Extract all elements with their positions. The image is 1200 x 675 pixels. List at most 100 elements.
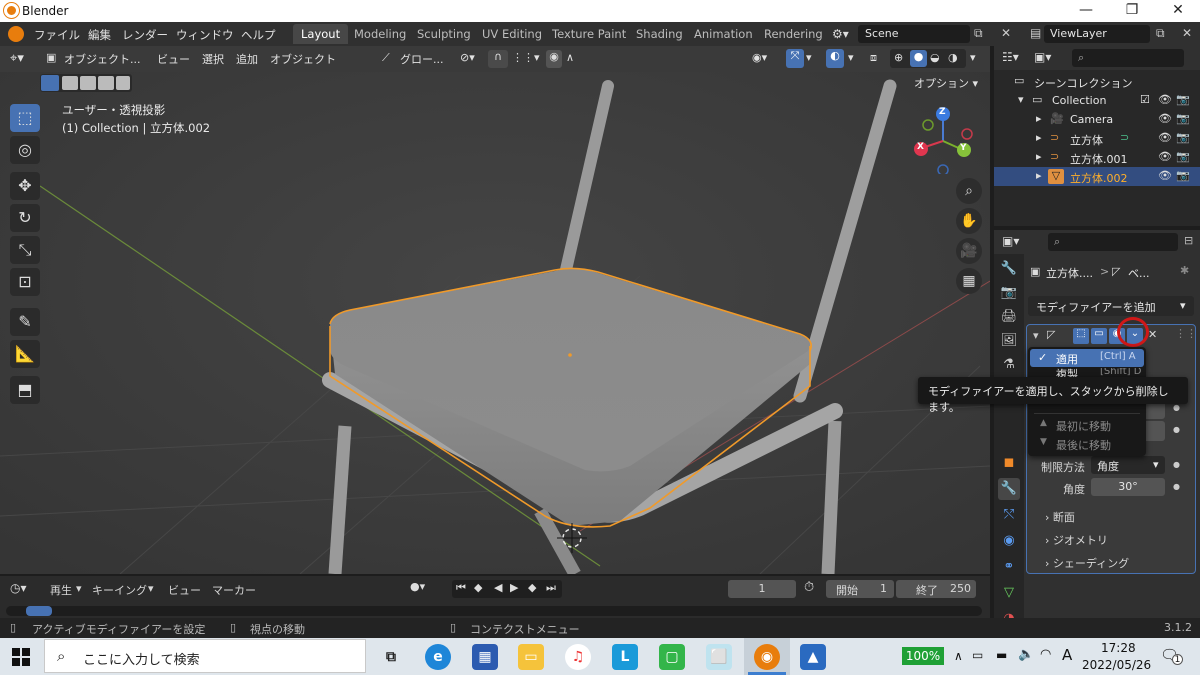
- start-frame-field[interactable]: 開始 1: [826, 580, 894, 598]
- tab-animation[interactable]: Animation: [686, 24, 761, 44]
- minimize-button[interactable]: —: [1066, 2, 1106, 20]
- pan-hand-icon[interactable]: ✋: [956, 208, 982, 234]
- timeline-menu-keying[interactable]: キーイング: [92, 582, 147, 598]
- timeline-scrubber[interactable]: [6, 606, 982, 616]
- blender-menu-icon[interactable]: [8, 26, 24, 42]
- scale-tool[interactable]: ⤡: [10, 236, 40, 264]
- play-reverse-icon[interactable]: ◀: [494, 581, 502, 594]
- expand-icon[interactable]: ▸: [1036, 169, 1042, 182]
- select-invert-icon[interactable]: [98, 76, 114, 90]
- eye-icon[interactable]: 👁: [1158, 131, 1172, 144]
- playhead[interactable]: [26, 606, 52, 616]
- menu-window[interactable]: ウィンドウ: [176, 27, 234, 43]
- notepad-icon[interactable]: ⬜: [706, 644, 732, 670]
- tab-sculpting[interactable]: Sculpting: [409, 24, 479, 44]
- play-icon[interactable]: ▶: [510, 581, 518, 594]
- select-box-tool[interactable]: ⬚: [10, 104, 40, 132]
- measure-tool[interactable]: 📐: [10, 340, 40, 368]
- taskbar-date[interactable]: 2022/05/26: [1082, 658, 1151, 672]
- expand-icon[interactable]: ▸: [1036, 112, 1042, 125]
- section-shading[interactable]: › シェーディング: [1045, 555, 1129, 571]
- editor-type-icon[interactable]: ⌖▾: [10, 51, 24, 66]
- timeline-menu-marker[interactable]: マーカー: [212, 582, 256, 598]
- output-tab-icon[interactable]: 🖨: [998, 306, 1020, 328]
- tab-layout[interactable]: Layout: [293, 24, 349, 44]
- ime-indicator[interactable]: A: [1062, 646, 1072, 664]
- limit-method-dropdown[interactable]: 角度 ▾: [1091, 456, 1165, 474]
- menu-item-apply[interactable]: ✓ 適用 [Ctrl] A: [1030, 349, 1144, 367]
- overlays-dropdown-icon[interactable]: ▾: [848, 51, 854, 64]
- keyframe-dot-icon[interactable]: ●: [1173, 460, 1180, 469]
- render-tab-icon[interactable]: 📷: [998, 282, 1020, 304]
- jump-end-icon[interactable]: ⏭: [546, 581, 556, 595]
- modifier-tab-icon[interactable]: 🔧: [998, 478, 1020, 500]
- wireframe-shading-icon[interactable]: ⊕: [894, 51, 903, 64]
- network-dongle-icon[interactable]: ▭: [972, 648, 983, 662]
- proportional-edit-icon[interactable]: ◉: [546, 50, 562, 68]
- outliner-item-cube[interactable]: ▸ ⊃ 立方体 ⊃ 👁 📷: [994, 129, 1200, 148]
- cursor-tool[interactable]: ◎: [10, 136, 40, 164]
- battery-icon[interactable]: ▬: [996, 648, 1007, 662]
- view-layer-tab-icon[interactable]: 🖼: [998, 330, 1020, 352]
- l-app-icon[interactable]: L: [612, 644, 638, 670]
- tab-shading[interactable]: Shading: [628, 24, 691, 44]
- eye-icon[interactable]: 👁: [1158, 93, 1172, 106]
- rotate-tool[interactable]: ↻: [10, 204, 40, 232]
- taskbar-time[interactable]: 17:28: [1101, 641, 1136, 655]
- preview-range-icon[interactable]: ⏱: [804, 580, 814, 595]
- battery-badge[interactable]: 100%: [902, 647, 944, 665]
- prev-keyframe-icon[interactable]: ◆: [474, 581, 482, 594]
- render-camera-icon[interactable]: 📷: [1176, 169, 1190, 182]
- properties-editor-icon[interactable]: ▣▾: [1002, 234, 1019, 248]
- gizmo-dropdown-icon[interactable]: ▾: [806, 51, 812, 64]
- new-view-layer-icon[interactable]: ⧉: [1156, 26, 1165, 41]
- zoom-icon[interactable]: ⌕: [956, 178, 982, 204]
- maximize-button[interactable]: ❐: [1112, 2, 1152, 20]
- keyframe-dot-icon[interactable]: ●: [1173, 403, 1180, 412]
- shading-dropdown-icon[interactable]: ▾: [970, 51, 976, 64]
- viewport-menu-object[interactable]: オブジェクト: [270, 51, 336, 67]
- overlays-toggle-icon[interactable]: ◐: [826, 49, 844, 68]
- move-tool[interactable]: ✥: [10, 172, 40, 200]
- menu-item-move-first[interactable]: ▲ 最初に移動: [1030, 416, 1144, 434]
- visibility-icon[interactable]: ◉▾: [752, 51, 767, 64]
- outliner-collection[interactable]: ▾ ▭ Collection ☑ 👁 📷: [994, 91, 1200, 110]
- pivot-point-icon[interactable]: ⊘▾: [460, 51, 475, 64]
- pin-icon[interactable]: ⊟: [1184, 234, 1193, 247]
- edge-icon[interactable]: e: [425, 644, 451, 670]
- particles-tab-icon[interactable]: ⤲: [998, 504, 1020, 526]
- wifi-icon[interactable]: ◠: [1040, 647, 1051, 662]
- line-icon[interactable]: ▢: [659, 644, 685, 670]
- keyframe-dot-icon[interactable]: ●: [1173, 425, 1180, 434]
- menu-help[interactable]: ヘルプ: [241, 27, 276, 43]
- viewport-toggle-icon[interactable]: ▭: [1091, 328, 1107, 344]
- options-dropdown[interactable]: オプション ▾: [914, 75, 978, 91]
- xray-icon[interactable]: ⧈: [870, 51, 877, 65]
- navigation-gizmo[interactable]: Z Y X: [908, 104, 978, 176]
- timeline-editor-icon[interactable]: ◷▾: [10, 581, 27, 595]
- solid-shading-icon[interactable]: ●: [910, 50, 927, 67]
- select-extend-icon[interactable]: [62, 76, 78, 90]
- snap-target-icon[interactable]: ⋮⋮▾: [512, 51, 540, 64]
- annotate-tool[interactable]: ✎: [10, 308, 40, 336]
- section-profile[interactable]: › 断面: [1045, 509, 1075, 525]
- menu-file[interactable]: ファイル: [34, 27, 80, 43]
- add-modifier-button[interactable]: モディファイアーを追加 ▾: [1028, 296, 1194, 316]
- tab-rendering[interactable]: Rendering: [756, 24, 831, 44]
- eye-icon[interactable]: 👁: [1158, 112, 1172, 125]
- constraints-tab-icon[interactable]: ⚭: [998, 556, 1020, 578]
- current-frame-field[interactable]: 1: [728, 580, 796, 598]
- render-camera-icon[interactable]: 📷: [1176, 93, 1190, 106]
- photos-icon[interactable]: ▲: [800, 644, 826, 670]
- itunes-icon[interactable]: ♫: [565, 644, 591, 670]
- end-frame-field[interactable]: 終了 250: [896, 580, 976, 598]
- close-window-button[interactable]: ✕: [1158, 2, 1198, 20]
- render-camera-icon[interactable]: 📷: [1176, 150, 1190, 163]
- transform-orientation[interactable]: グロー...: [400, 51, 444, 67]
- physics-tab-icon[interactable]: ◉: [998, 530, 1020, 552]
- outliner-search[interactable]: ⌕: [1072, 49, 1184, 67]
- viewport-menu-view[interactable]: ビュー: [157, 51, 190, 67]
- render-camera-icon[interactable]: 📷: [1176, 112, 1190, 125]
- exclude-checkbox-icon[interactable]: ☑: [1140, 93, 1150, 106]
- viewport-menu-select[interactable]: 選択: [202, 51, 224, 67]
